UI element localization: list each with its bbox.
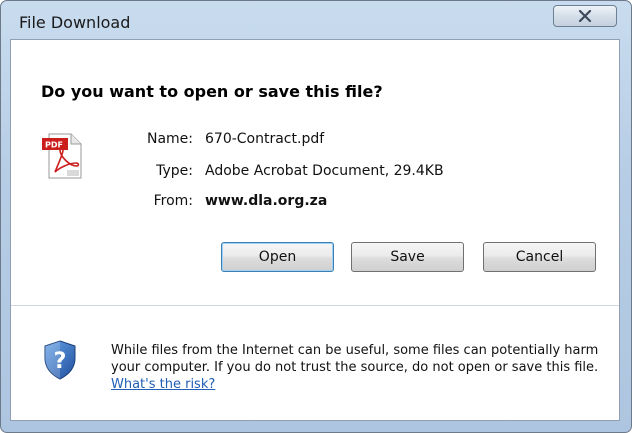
warning-text: While files from the Internet can be use… [111, 343, 599, 375]
file-source-value: www.dla.org.za [205, 193, 328, 209]
dialog-body: Do you want to open or save this file? P… [10, 39, 620, 421]
file-type-value: Adobe Acrobat Document, 29.4KB [205, 163, 444, 179]
open-button[interactable]: Open [221, 242, 334, 272]
shield-question-icon: ? [43, 340, 77, 380]
pdf-file-icon: PDF [41, 132, 87, 180]
close-icon [578, 10, 592, 22]
from-label: From: [153, 193, 193, 209]
save-button[interactable]: Save [351, 242, 464, 272]
name-label: Name: [146, 131, 193, 147]
type-label: Type: [156, 163, 193, 179]
divider [11, 305, 619, 306]
warning-message: While files from the Internet can be use… [111, 342, 601, 393]
window-title: File Download [19, 13, 131, 32]
file-name-value: 670-Contract.pdf [205, 131, 325, 147]
file-download-dialog: File Download Do you want to open or sav… [0, 0, 632, 433]
close-button[interactable] [553, 5, 617, 27]
cancel-button[interactable]: Cancel [483, 242, 596, 272]
title-bar[interactable]: File Download [1, 1, 631, 39]
question-heading: Do you want to open or save this file? [41, 82, 383, 101]
whats-the-risk-link[interactable]: What's the risk? [111, 377, 215, 392]
svg-text:?: ? [54, 349, 67, 374]
